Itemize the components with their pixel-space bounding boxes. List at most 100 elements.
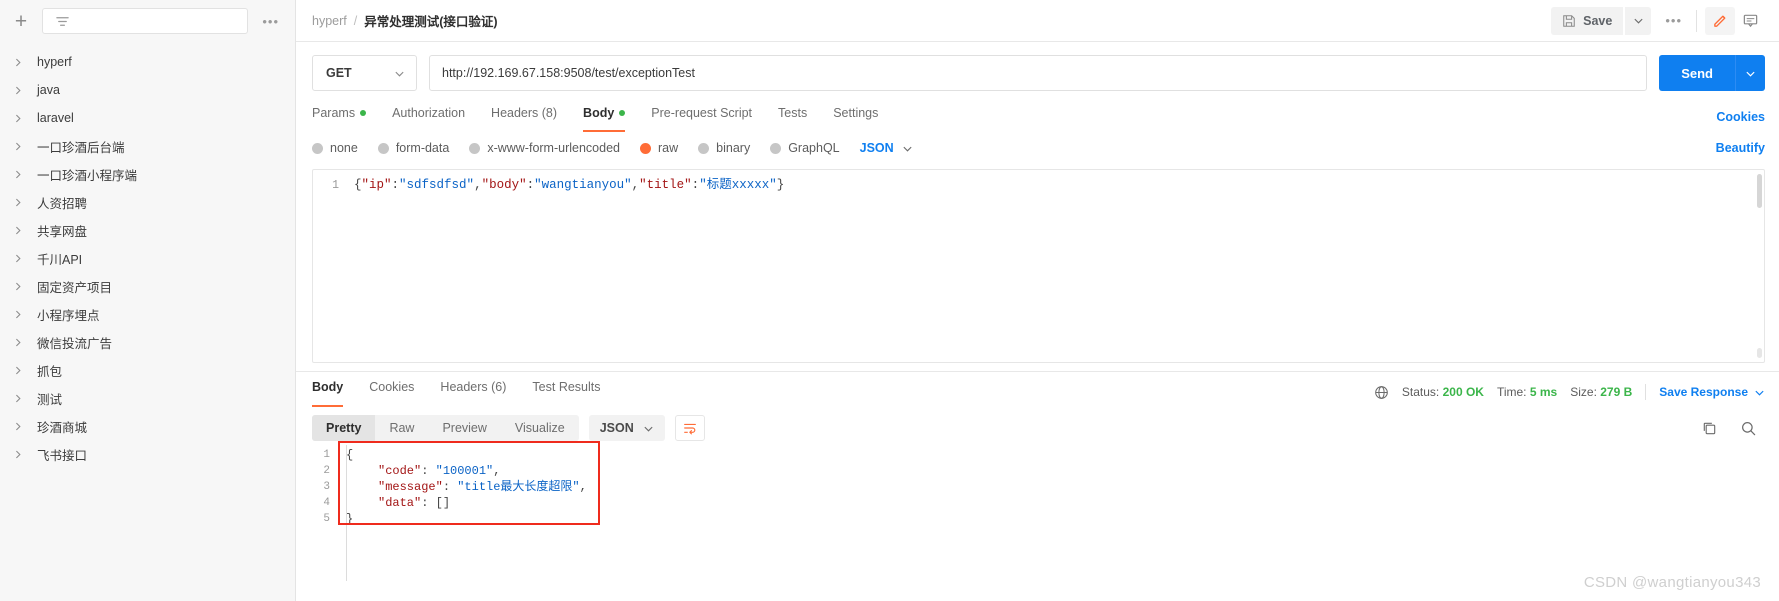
line-number: 4 (323, 497, 330, 509)
view-mode-raw[interactable]: Raw (375, 415, 428, 441)
code-token: "message" (378, 480, 443, 494)
body-type-label: raw (658, 141, 679, 155)
response-tab-test-results[interactable]: Test Results (519, 375, 613, 407)
breadcrumb: hyperf / 异常处理测试(接口验证) (312, 11, 498, 30)
breadcrumb-collection[interactable]: hyperf (312, 14, 347, 28)
sidebar-item-2[interactable]: laravel (0, 104, 295, 132)
sidebar-item-12[interactable]: 测试 (0, 384, 295, 412)
new-item-button[interactable]: + (10, 10, 32, 32)
tab-params[interactable]: Params (312, 102, 379, 132)
body-type-label: none (330, 141, 358, 155)
tab-tests[interactable]: Tests (765, 102, 820, 132)
sidebar-item-7[interactable]: 千川API (0, 244, 295, 272)
chevron-down-icon (1746, 71, 1755, 77)
view-mode-preview[interactable]: Preview (428, 415, 500, 441)
sidebar-item-10[interactable]: 微信投流广告 (0, 328, 295, 356)
main-panel: hyperf / 异常处理测试(接口验证) Save ••• GET http:… (296, 0, 1779, 601)
globe-icon (1374, 385, 1389, 400)
edit-mode-button[interactable] (1705, 6, 1735, 35)
modified-dot-icon (360, 110, 367, 116)
sidebar-item-5[interactable]: 人资招聘 (0, 188, 295, 216)
code-token: "ip" (361, 178, 392, 192)
save-group: Save (1551, 6, 1652, 35)
sidebar-item-9[interactable]: 小程序埋点 (0, 300, 295, 328)
raw-format-label: JSON (859, 141, 894, 155)
sidebar-item-8[interactable]: 固定资产项目 (0, 272, 295, 300)
request-tabs: Params Authorization Headers (8) Body Pre-re… (296, 102, 1779, 132)
view-mode-visualize[interactable]: Visualize (501, 415, 579, 441)
send-dropdown-button[interactable] (1735, 55, 1765, 91)
url-input[interactable] (442, 66, 1635, 80)
editor-gutter: 1 (313, 170, 347, 362)
send-button[interactable]: Send (1659, 55, 1735, 91)
chevron-right-icon (16, 450, 21, 458)
tab-authorization[interactable]: Authorization (379, 102, 478, 132)
comment-button[interactable] (1735, 7, 1765, 35)
size-label: Size: (1570, 385, 1597, 399)
request-more-button[interactable]: ••• (1651, 13, 1696, 28)
search-button[interactable] (1740, 420, 1757, 437)
code-token: "data" (378, 496, 422, 510)
tab-headers-8[interactable]: Headers (8) (478, 102, 570, 132)
sidebar-item-label: 一口珍酒后台端 (37, 140, 125, 155)
code-token: [] (435, 496, 451, 510)
save-dropdown-button[interactable] (1625, 6, 1652, 35)
body-type-binary[interactable]: binary (698, 141, 750, 155)
tab-body[interactable]: Body (570, 102, 638, 132)
sidebar-item-1[interactable]: java (0, 76, 295, 104)
sidebar-more-button[interactable]: ••• (258, 14, 283, 29)
sidebar-item-3[interactable]: 一口珍酒后台端 (0, 132, 295, 160)
sidebar-item-label: 抓包 (37, 364, 63, 379)
body-type-form-data[interactable]: form-data (377, 141, 450, 155)
sidebar-item-0[interactable]: hyperf (0, 48, 295, 76)
body-type-none[interactable]: none (312, 141, 358, 155)
response-tab-cookies[interactable]: Cookies (356, 375, 427, 407)
raw-format-select[interactable]: JSON (860, 141, 913, 155)
sidebar-item-4[interactable]: 一口珍酒小程序端 (0, 160, 295, 188)
chevron-down-icon (1634, 18, 1643, 24)
code-token: } (776, 178, 785, 192)
wrap-lines-button[interactable] (674, 415, 705, 441)
response-body[interactable]: 12345 {"code": "100001", "message": "titl… (296, 441, 1779, 601)
save-button[interactable]: Save (1551, 6, 1624, 35)
sidebar-item-label: java (37, 83, 60, 97)
request-topbar: hyperf / 异常处理测试(接口验证) Save ••• (296, 0, 1779, 42)
chevron-down-icon (1755, 390, 1764, 396)
tab-settings[interactable]: Settings (820, 102, 891, 132)
chevron-right-icon (16, 114, 21, 122)
response-tab-body[interactable]: Body (312, 375, 356, 407)
sidebar-item-11[interactable]: 抓包 (0, 356, 295, 384)
tab-pre-request-script[interactable]: Pre-request Script (638, 102, 765, 132)
editor-scrollbar-thumb[interactable] (1757, 174, 1762, 208)
wrap-lines-icon (683, 423, 696, 435)
copy-button[interactable] (1701, 420, 1718, 437)
send-group: Send (1659, 55, 1765, 91)
url-input-wrapper (429, 55, 1648, 91)
body-type-raw[interactable]: raw (640, 141, 678, 155)
editor-scrollbar-track[interactable] (1757, 348, 1762, 358)
response-actions (1701, 420, 1765, 437)
beautify-link[interactable]: Beautify (1716, 141, 1765, 155)
request-body-code[interactable]: {"ip":"sdfsdfsd","body":"wangtianyou","t… (347, 170, 1764, 362)
body-type-GraphQL[interactable]: GraphQL (770, 141, 840, 155)
response-body-code[interactable]: {"code": "100001", "message": "title最大长度超… (338, 447, 587, 601)
view-mode-pretty[interactable]: Pretty (312, 415, 376, 441)
response-tab-headers-6[interactable]: Headers (6) (427, 375, 519, 407)
body-type-x-www-form-urlencoded[interactable]: x-www-form-urlencoded (469, 141, 620, 155)
sidebar-filter-input[interactable] (42, 8, 249, 34)
breadcrumb-separator: / (353, 13, 358, 28)
body-type-label: form-data (395, 141, 450, 155)
save-response-button[interactable]: Save Response (1659, 385, 1765, 399)
response-format-select[interactable]: JSON (588, 415, 665, 441)
sidebar: + ••• hyperf java laravel 一口珍酒后台端一口珍酒小程序端人资… (0, 0, 296, 601)
cookies-link[interactable]: Cookies (1716, 110, 1765, 132)
request-body-editor[interactable]: 1 {"ip":"sdfsdfsd","body":"wangtianyou",… (312, 169, 1765, 363)
chevron-right-icon (16, 254, 21, 262)
http-method-select[interactable]: GET (312, 55, 417, 91)
sidebar-item-6[interactable]: 共享网盘 (0, 216, 295, 244)
sidebar-item-14[interactable]: 飞书接口 (0, 440, 295, 468)
sidebar-item-13[interactable]: 珍酒商城 (0, 412, 295, 440)
sidebar-item-label: 人资招聘 (37, 196, 88, 211)
copy-icon (1703, 422, 1716, 434)
sidebar-item-label: 小程序埋点 (37, 308, 100, 323)
